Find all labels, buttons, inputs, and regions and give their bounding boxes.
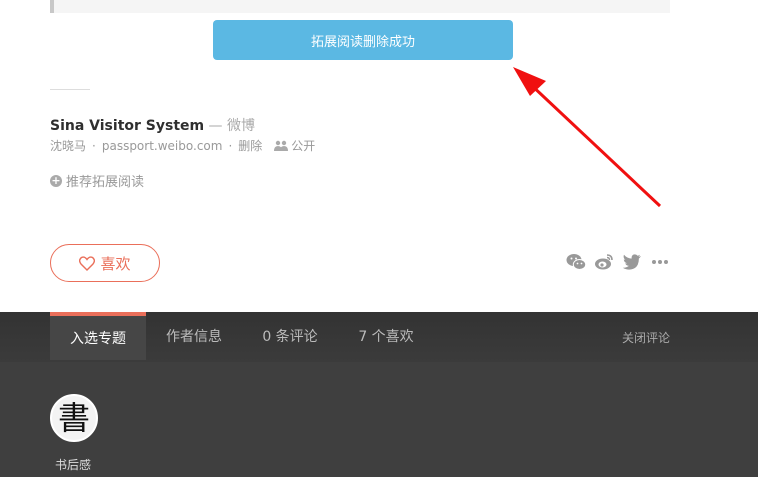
visibility-label: 公开 xyxy=(291,139,316,153)
close-comments-link[interactable]: 关闭评论 xyxy=(622,329,670,346)
weibo-icon[interactable] xyxy=(593,252,615,272)
tab-label: 入选专题 xyxy=(70,331,126,347)
tab-collections[interactable]: 入选专题 xyxy=(50,312,146,360)
extended-reading-title[interactable]: Sina Visitor System — 微博 xyxy=(50,115,255,135)
tab-likes[interactable]: 7 个喜欢 xyxy=(338,312,434,360)
wechat-icon[interactable] xyxy=(565,252,587,272)
meta-panel: 入选专题 作者信息 0 条评论 7 个喜欢 关闭评论 書 书后感 xyxy=(0,312,758,477)
link-title-text[interactable]: Sina Visitor System xyxy=(50,118,204,134)
author-name[interactable]: 沈晓马 xyxy=(50,137,86,154)
recommend-extended-reading[interactable]: + 推荐拓展阅读 xyxy=(50,171,144,190)
heart-icon xyxy=(79,255,96,271)
recommend-label: 推荐拓展阅读 xyxy=(66,175,145,190)
like-button[interactable]: 喜欢 xyxy=(50,244,160,282)
collection-avatar[interactable]: 書 xyxy=(50,394,98,442)
share-bar xyxy=(565,252,677,272)
group-icon xyxy=(274,140,289,151)
toast-notification: 拓展阅读删除成功 xyxy=(213,20,513,60)
separator-dot: · xyxy=(92,138,96,153)
link-domain[interactable]: passport.weibo.com xyxy=(102,139,223,153)
plus-circle-icon: + xyxy=(50,173,62,187)
more-icon[interactable] xyxy=(649,252,671,272)
like-label: 喜欢 xyxy=(100,254,131,273)
tab-comments[interactable]: 0 条评论 xyxy=(242,312,338,360)
tabs-bar: 入选专题 作者信息 0 条评论 7 个喜欢 关闭评论 xyxy=(0,312,758,362)
divider xyxy=(50,89,90,90)
collection-item[interactable]: 書 书后感 xyxy=(50,394,100,473)
collection-avatar-glyph: 書 xyxy=(57,399,90,437)
separator-dot: · xyxy=(228,138,233,153)
twitter-icon[interactable] xyxy=(621,252,643,272)
extended-reading-meta: 沈晓马 · passport.weibo.com · 删除 公开 xyxy=(50,137,315,154)
tab-author-info[interactable]: 作者信息 xyxy=(146,312,242,360)
tab-label: 7 个喜欢 xyxy=(358,329,414,345)
quote-block xyxy=(50,0,670,13)
tab-label: 0 条评论 xyxy=(262,329,318,345)
tab-label: 作者信息 xyxy=(166,329,222,345)
collection-name[interactable]: 书后感 xyxy=(46,456,100,473)
delete-link[interactable]: 删除 xyxy=(238,137,262,154)
toast-message: 拓展阅读删除成功 xyxy=(310,34,415,50)
article-panel: 拓展阅读删除成功 Sina Visitor System — 微博 沈晓马 · … xyxy=(0,0,758,312)
link-source: — 微博 xyxy=(204,118,256,134)
